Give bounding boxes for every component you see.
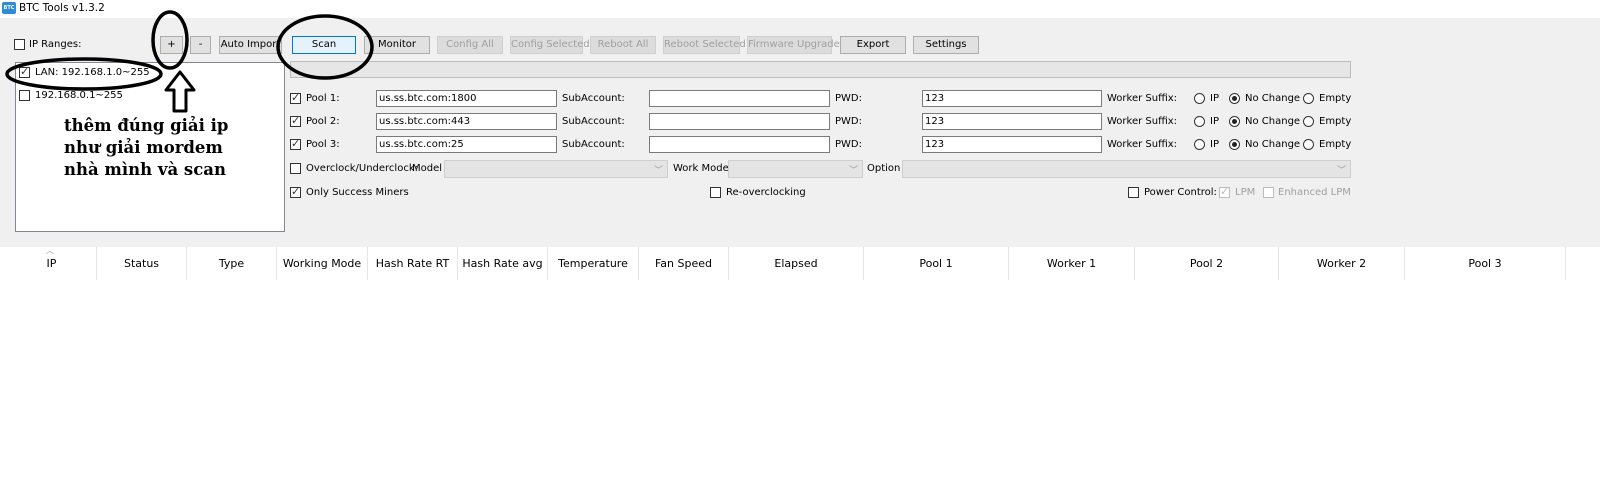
annotation-arrow-up-icon xyxy=(164,70,196,113)
annotation-line-2: như giải mordem xyxy=(64,138,223,157)
annotation-overlay xyxy=(5,10,374,113)
annotation-line-3: nhà mình và scan xyxy=(64,160,226,179)
annotation-line-1: thêm đúng giải ip xyxy=(64,116,229,135)
annotation-circle-lan xyxy=(5,57,163,91)
annotation-circle-scan xyxy=(276,14,374,80)
annotation-circle-add xyxy=(151,10,189,70)
